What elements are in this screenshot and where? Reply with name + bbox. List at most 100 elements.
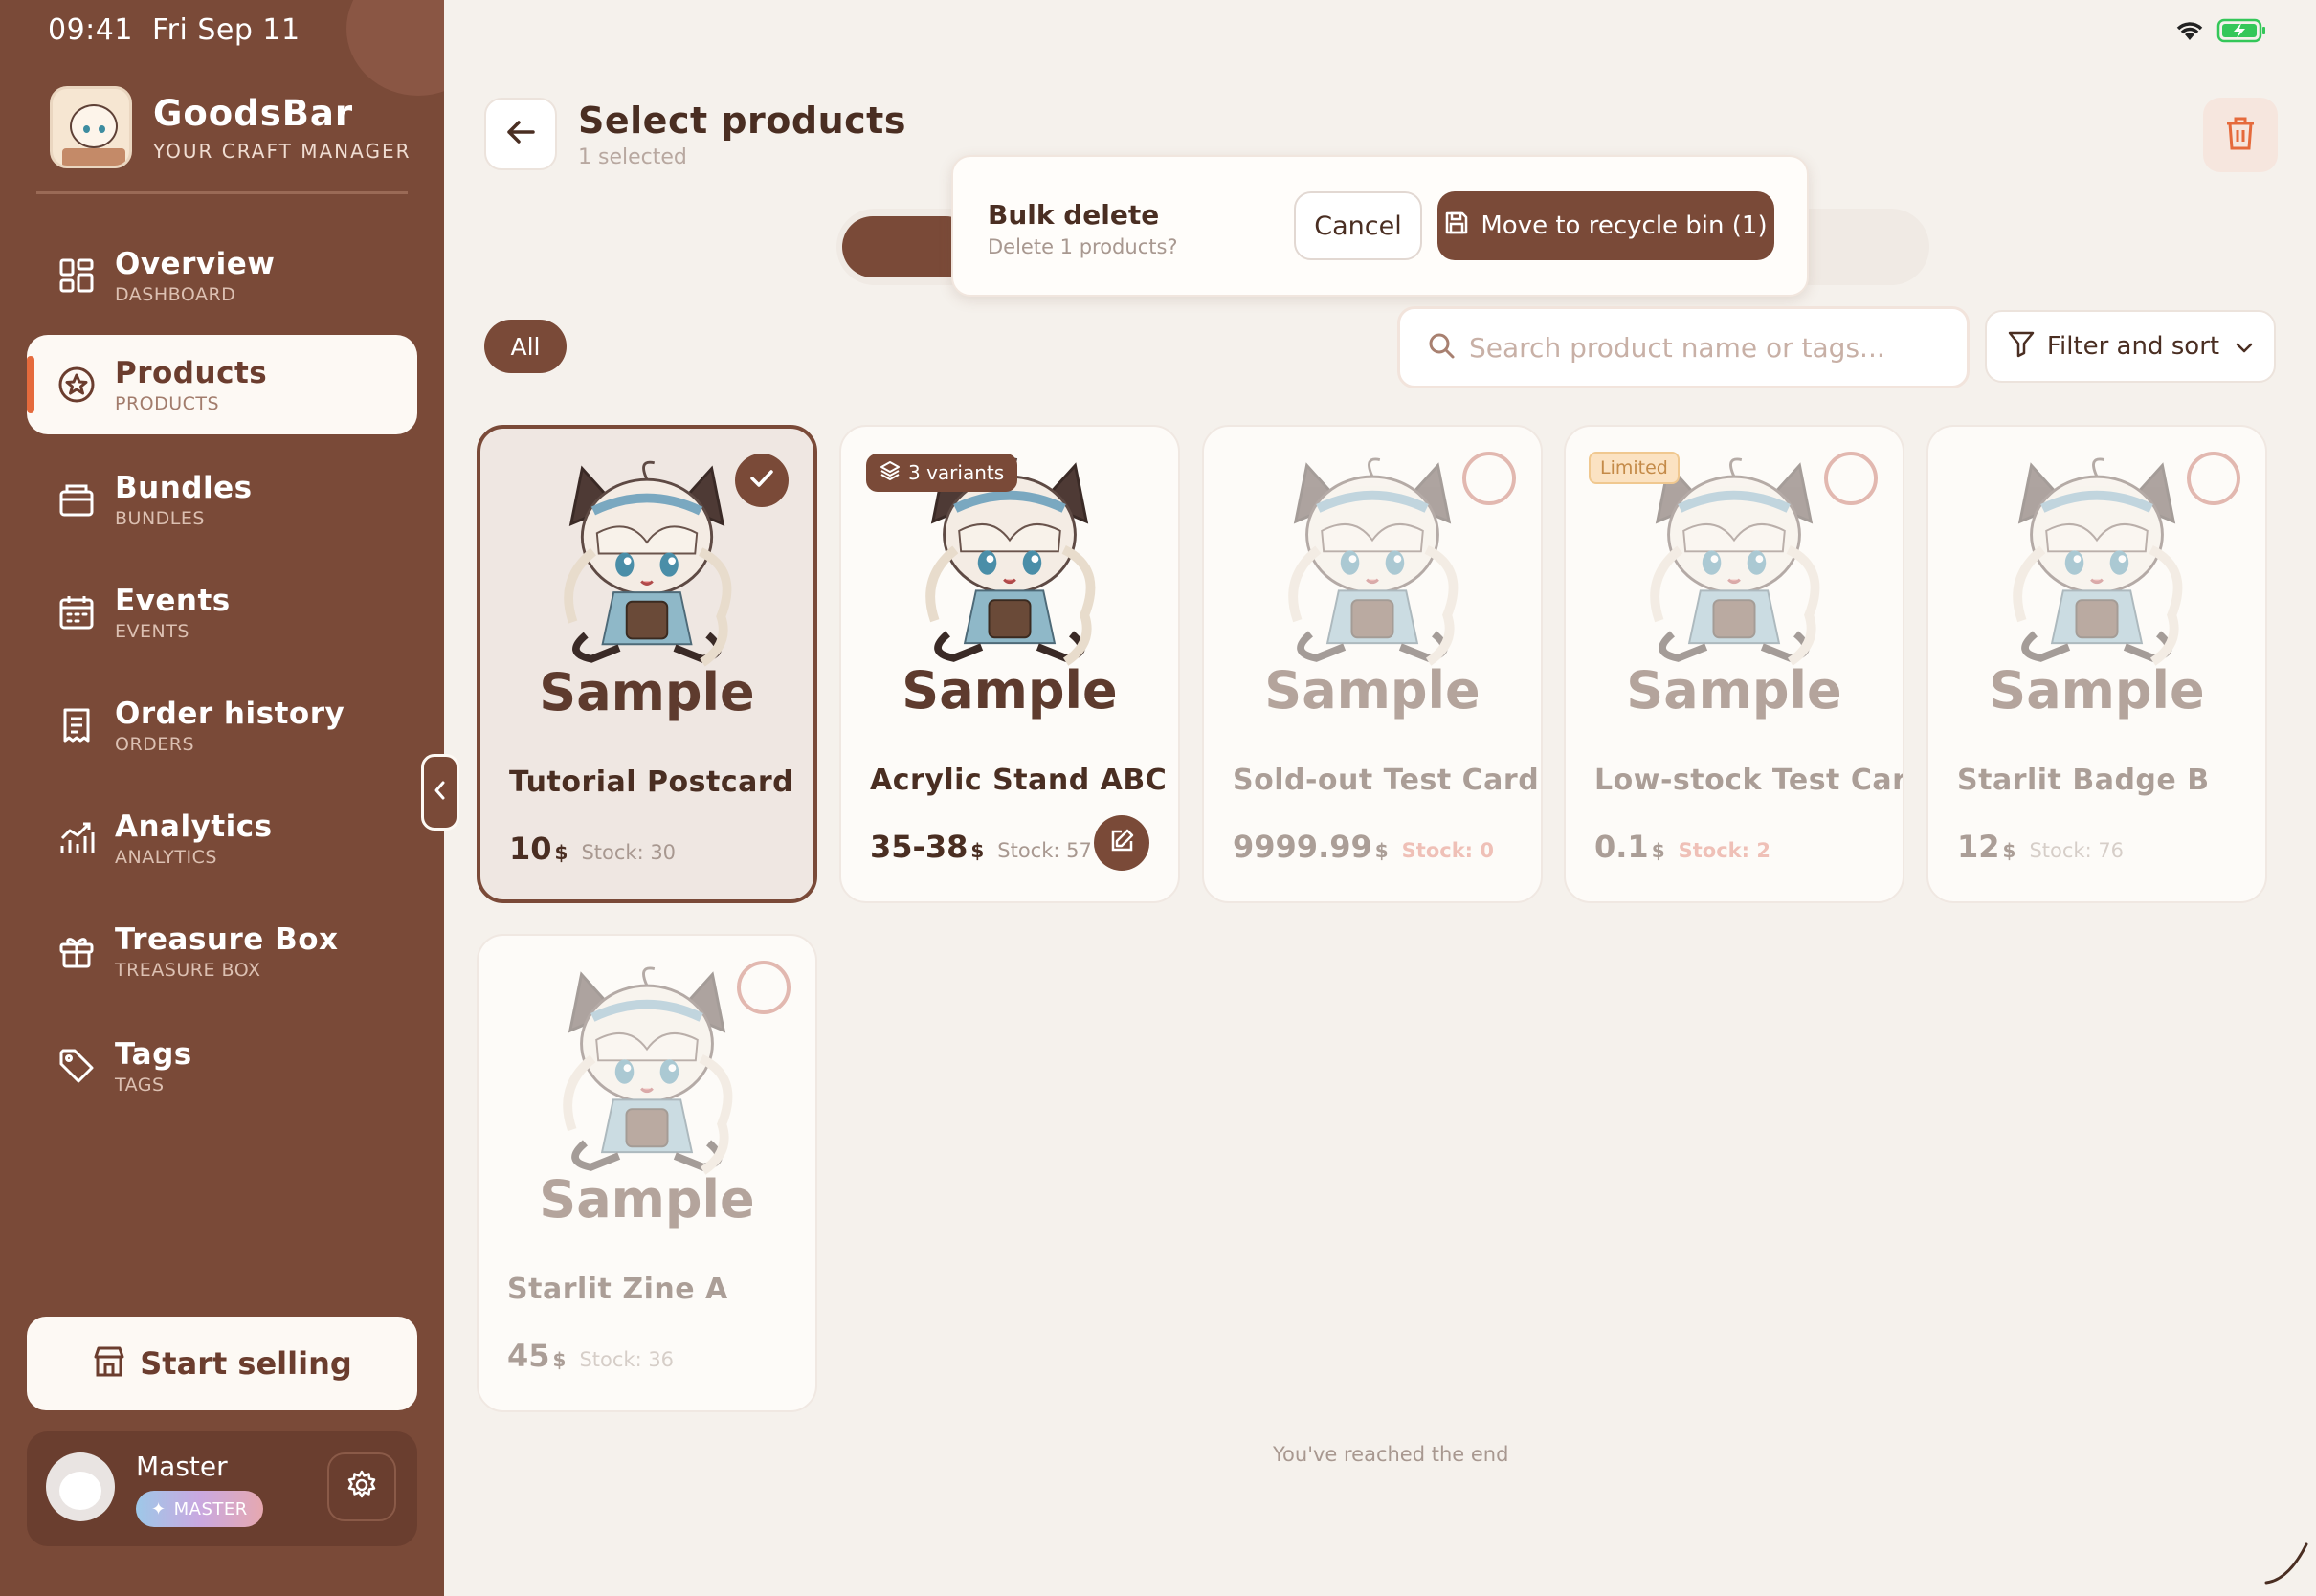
nav-label: Order history bbox=[115, 696, 345, 731]
filter-sort-button[interactable]: Filter and sort bbox=[1985, 310, 2276, 383]
nav-sublabel: PRODUCTS bbox=[115, 392, 220, 414]
wifi-icon bbox=[2174, 19, 2205, 46]
product-name: Sold-out Test Card bbox=[1233, 764, 1540, 797]
gift-icon bbox=[56, 930, 98, 972]
variants-badge-label: 3 variants bbox=[908, 461, 1005, 484]
product-name: Acrylic Stand ABC bbox=[870, 764, 1168, 797]
variants-badge: 3 variants bbox=[866, 454, 1018, 492]
price-value: 12 bbox=[1957, 829, 2000, 865]
price-value: 45 bbox=[507, 1338, 550, 1374]
save-icon bbox=[1444, 211, 1469, 242]
thumbnail-caption: Sample bbox=[539, 662, 755, 722]
status-clock: 09:41 bbox=[48, 13, 133, 47]
price-value: 35-38 bbox=[870, 829, 969, 865]
check-icon bbox=[748, 468, 775, 493]
product-card[interactable]: Sample Starlit Zine A 45 $ Stock: 36 bbox=[477, 934, 817, 1412]
product-card[interactable]: Sample Sold-out Test Card 9999.99 $ Stock: 0 bbox=[1202, 425, 1543, 903]
nav-label: Treasure Box bbox=[115, 921, 339, 957]
product-card[interactable]: Sample Low-stock Test Card 0.1 $ Stock: 2 Lim… bbox=[1564, 425, 1904, 903]
cancel-button[interactable]: Cancel bbox=[1294, 191, 1422, 260]
sidebar-item-bundles[interactable]: Bundles BUNDLES bbox=[27, 450, 417, 549]
sidebar-item-order-history[interactable]: Order history ORDERS bbox=[27, 676, 417, 775]
tag-icon bbox=[56, 1045, 98, 1087]
selection-checkbox[interactable] bbox=[2187, 452, 2240, 505]
star-badge-icon bbox=[56, 364, 98, 406]
bulk-delete-popover: Bulk delete Delete 1 products? Cancel Mo… bbox=[951, 155, 1809, 297]
search-icon bbox=[1427, 331, 1456, 364]
product-stock: Stock: 30 bbox=[581, 841, 677, 864]
sidebar-item-tags[interactable]: Tags TAGS bbox=[27, 1016, 417, 1116]
product-price: 10 $ Stock: 30 bbox=[509, 831, 676, 867]
product-name: Tutorial Postcard bbox=[509, 765, 794, 799]
thumbnail-caption: Sample bbox=[1989, 660, 2205, 720]
avatar[interactable] bbox=[46, 1452, 115, 1521]
layers-icon bbox=[880, 460, 901, 486]
nav-label: Bundles bbox=[115, 470, 253, 505]
sidebar-item-products[interactable]: Products PRODUCTS bbox=[27, 335, 417, 434]
nav-sublabel: TAGS bbox=[115, 1074, 165, 1096]
box-icon bbox=[56, 478, 98, 521]
search-field[interactable] bbox=[1397, 306, 1970, 388]
sidebar-divider bbox=[36, 191, 408, 194]
sidebar-item-analytics[interactable]: Analytics ANALYTICS bbox=[27, 788, 417, 888]
nav-label: Overview bbox=[115, 246, 276, 281]
price-currency: $ bbox=[552, 1348, 567, 1371]
price-value: 10 bbox=[509, 831, 552, 867]
brand-name: GoodsBar bbox=[153, 92, 354, 134]
settings-button[interactable] bbox=[327, 1452, 396, 1521]
filter-icon bbox=[2007, 329, 2036, 365]
start-selling-label: Start selling bbox=[140, 1345, 352, 1382]
price-value: 9999.99 bbox=[1233, 829, 1372, 865]
brand-logo bbox=[50, 86, 132, 168]
sidebar-item-events[interactable]: Events EVENTS bbox=[27, 563, 417, 662]
store-icon bbox=[92, 1344, 126, 1383]
end-of-list-message: You've reached the end bbox=[1273, 1443, 1509, 1466]
product-card[interactable]: Sample Tutorial Postcard 10 $ Stock: 30 bbox=[477, 425, 817, 903]
nav-sublabel: EVENTS bbox=[115, 620, 189, 642]
sidebar-item-overview[interactable]: Overview DASHBOARD bbox=[27, 226, 417, 325]
price-value: 0.1 bbox=[1594, 829, 1649, 865]
product-stock: Stock: 76 bbox=[2029, 839, 2125, 862]
price-currency: $ bbox=[554, 841, 568, 864]
start-selling-button[interactable]: Start selling bbox=[27, 1317, 417, 1410]
chevron-left-icon bbox=[432, 779, 449, 806]
thumbnail-caption: Sample bbox=[1626, 660, 1842, 720]
product-card[interactable]: Sample Acrylic Stand ABC 35-38 $ Stock: 57 3 … bbox=[839, 425, 1180, 903]
user-name: Master bbox=[136, 1451, 228, 1482]
filter-sort-label: Filter and sort bbox=[2046, 332, 2220, 361]
move-to-recycle-bin-button[interactable]: Move to recycle bin (1) bbox=[1437, 191, 1774, 260]
search-input[interactable] bbox=[1469, 331, 1928, 364]
sidebar-collapse-button[interactable] bbox=[421, 754, 459, 831]
product-price: 9999.99 $ Stock: 0 bbox=[1233, 829, 1494, 865]
nav-sublabel: DASHBOARD bbox=[115, 283, 236, 305]
status-icons bbox=[2174, 17, 2268, 48]
delete-button[interactable] bbox=[2203, 98, 2278, 172]
selection-checkbox[interactable] bbox=[1824, 452, 1878, 505]
selection-checkbox[interactable] bbox=[1462, 452, 1516, 505]
selection-checkbox[interactable] bbox=[737, 961, 791, 1014]
product-card[interactable]: Sample Starlit Badge B 12 $ Stock: 76 bbox=[1926, 425, 2267, 903]
product-stock: Stock: 0 bbox=[1401, 839, 1494, 862]
move-to-recycle-bin-label: Move to recycle bin (1) bbox=[1481, 211, 1768, 240]
product-name: Starlit Badge B bbox=[1957, 764, 2210, 797]
back-button[interactable] bbox=[484, 98, 557, 170]
brand-tagline: YOUR CRAFT MANAGER bbox=[153, 139, 412, 163]
filter-chip-all[interactable]: All bbox=[484, 320, 567, 373]
edit-icon bbox=[1108, 828, 1135, 858]
thumbnail-caption: Sample bbox=[1264, 660, 1481, 720]
sidebar-item-treasure-box[interactable]: Treasure Box TREASURE BOX bbox=[27, 901, 417, 1001]
sparkle-icon: ✦ bbox=[151, 1498, 167, 1519]
product-price: 12 $ Stock: 76 bbox=[1957, 829, 2124, 865]
nav-label: Tags bbox=[115, 1036, 192, 1072]
limited-badge: Limited bbox=[1589, 452, 1680, 484]
edit-variants-button[interactable] bbox=[1094, 815, 1149, 871]
product-price: 0.1 $ Stock: 2 bbox=[1594, 829, 1770, 865]
product-stock: Stock: 36 bbox=[579, 1348, 675, 1371]
selection-checkbox[interactable] bbox=[735, 454, 789, 507]
price-currency: $ bbox=[970, 839, 985, 862]
nav-sublabel: BUNDLES bbox=[115, 507, 205, 529]
nav-sublabel: ANALYTICS bbox=[115, 846, 217, 868]
nav-label: Products bbox=[115, 355, 268, 390]
thumbnail-caption: Sample bbox=[539, 1169, 755, 1230]
sidebar-decoration bbox=[346, 0, 444, 96]
